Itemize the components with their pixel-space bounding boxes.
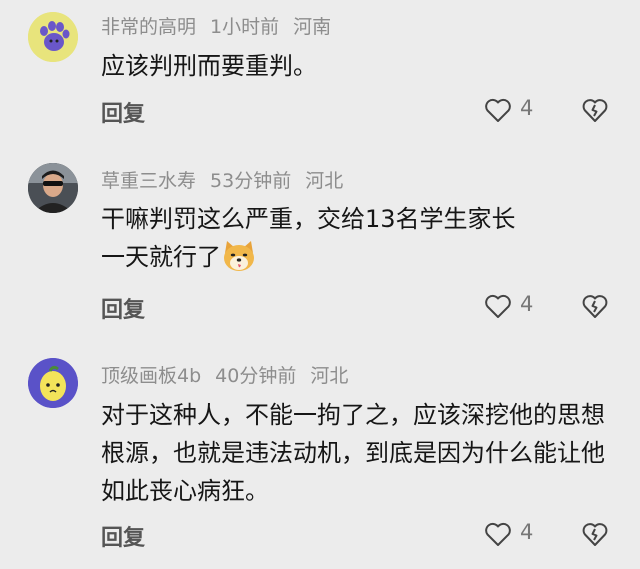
comment-location: 河北 <box>310 365 349 387</box>
lemon-avatar-icon <box>28 358 78 408</box>
like-icon[interactable] <box>484 293 512 319</box>
like-icon[interactable] <box>484 521 512 547</box>
avatar[interactable] <box>28 163 78 213</box>
like-count: 4 <box>520 292 534 316</box>
author-name[interactable]: 草重三水寿 <box>101 170 196 192</box>
dislike-broken-heart-icon[interactable] <box>582 293 608 319</box>
comment-text-line: 干嘛判罚这么严重，交给13名学生家长 <box>101 205 516 233</box>
dislike-broken-heart-icon[interactable] <box>582 97 608 123</box>
comment-location: 河南 <box>293 16 332 38</box>
comment-text-line: 一天就行了 <box>101 238 621 276</box>
comment-meta: 顶级画板4b 40分钟前 河北 <box>101 361 362 388</box>
avatar[interactable] <box>28 358 78 408</box>
comment-text: 对于这种人，不能一拘了之，应该深挖他的思想根源，也就是违法动机，到底是因为什么能… <box>101 401 605 505</box>
avatar[interactable] <box>28 12 78 62</box>
comment-text: 应该判刑而要重判。 <box>101 52 317 80</box>
comment-time: 40分钟前 <box>215 365 297 387</box>
paw-avatar-icon <box>28 12 78 62</box>
author-name[interactable]: 非常的高明 <box>101 16 196 38</box>
reply-button[interactable]: 回复 <box>101 292 145 324</box>
like-icon[interactable] <box>484 97 512 123</box>
comment-time: 53分钟前 <box>210 170 292 192</box>
comment-time: 1小时前 <box>210 16 280 38</box>
comment-text-fragment: 一天就行了 <box>101 243 221 271</box>
reply-button[interactable]: 回复 <box>101 520 145 552</box>
like-count: 4 <box>520 520 534 544</box>
comment-location: 河北 <box>305 170 344 192</box>
reply-button[interactable]: 回复 <box>101 96 145 128</box>
comment-text: 干嘛判罚这么严重，交给13名学生家长 一天就行了 <box>101 200 621 276</box>
doge-emoji-icon <box>224 241 254 271</box>
dislike-broken-heart-icon[interactable] <box>582 521 608 547</box>
author-name[interactable]: 顶级画板4b <box>101 365 201 387</box>
like-count: 4 <box>520 96 534 120</box>
comment-meta: 非常的高明 1小时前 河南 <box>101 12 345 39</box>
man-photo-avatar <box>28 163 78 213</box>
comment-meta: 草重三水寿 53分钟前 河北 <box>101 166 357 193</box>
